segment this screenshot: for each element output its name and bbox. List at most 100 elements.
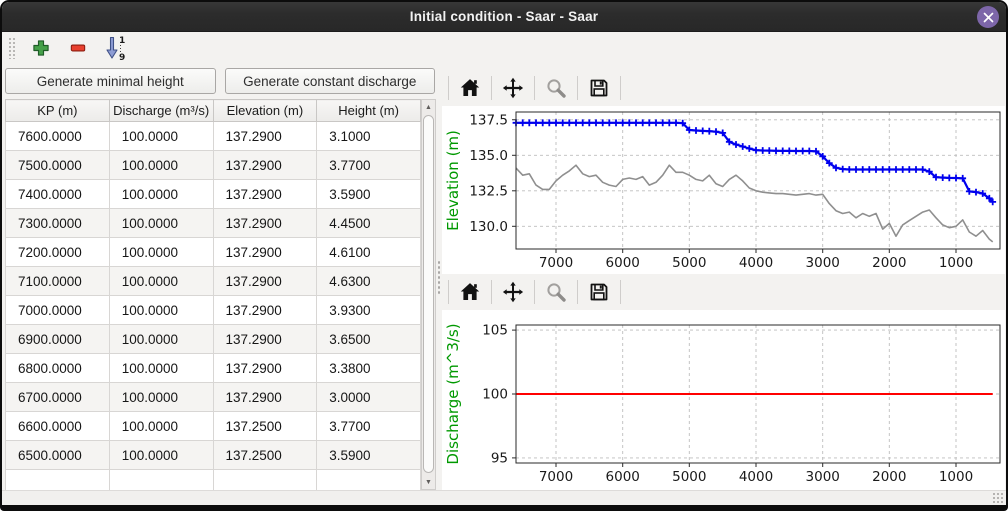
scrollbar-thumb[interactable] [423, 115, 434, 473]
add-row-button[interactable] [27, 34, 55, 62]
table-cell[interactable]: 3.5900 [317, 441, 421, 470]
home-button[interactable] [453, 73, 487, 103]
table-cell[interactable]: 137.2900 [213, 383, 317, 412]
table-cell[interactable]: 3.6500 [317, 325, 421, 354]
sort-button[interactable]: 1 9 [101, 34, 129, 62]
table-cell[interactable]: 100.0000 [109, 441, 213, 470]
discharge-chart[interactable]: 700060005000400030002000100010510095Disc… [442, 310, 1005, 490]
table-cell[interactable]: 6500.0000 [6, 441, 110, 470]
main-toolbar: 1 9 [2, 32, 1006, 64]
svg-text:7000: 7000 [539, 469, 573, 485]
table-row[interactable]: 7100.0000100.0000137.29004.6300 [6, 267, 421, 296]
table-cell[interactable]: 100.0000 [109, 267, 213, 296]
column-header[interactable]: Elevation (m) [213, 100, 317, 122]
status-bar [2, 490, 1006, 505]
table-cell[interactable]: 6600.0000 [6, 412, 110, 441]
table-cell[interactable]: 100.0000 [109, 151, 213, 180]
svg-text:130.0: 130.0 [469, 219, 508, 235]
table-cell[interactable]: 137.2900 [213, 238, 317, 267]
table-cell[interactable]: 137.2900 [213, 267, 317, 296]
generate-minimal-height-button[interactable]: Generate minimal height [5, 68, 216, 94]
zoom-icon [544, 76, 568, 100]
resize-grip-icon[interactable] [992, 492, 1004, 504]
save-button[interactable] [582, 277, 616, 307]
scrollbar-down-arrow-icon[interactable]: ▼ [422, 475, 435, 489]
table-cell[interactable]: 6800.0000 [6, 354, 110, 383]
save-icon [587, 76, 611, 100]
pan-button[interactable] [496, 277, 530, 307]
home-button[interactable] [453, 277, 487, 307]
save-button[interactable] [582, 73, 616, 103]
table-row[interactable]: 6500.0000100.0000137.25003.5900 [6, 441, 421, 470]
initial-condition-table: KP (m)Discharge (m³/s)Elevation (m)Heigh… [5, 99, 421, 490]
column-header[interactable]: Height (m) [317, 100, 421, 122]
table-cell[interactable]: 7200.0000 [6, 238, 110, 267]
splitter-handle-icon [437, 260, 441, 294]
table-cell[interactable]: 100.0000 [109, 238, 213, 267]
table-row[interactable]: 6900.0000100.0000137.29003.6500 [6, 325, 421, 354]
table-cell[interactable]: 3.0000 [317, 383, 421, 412]
table-cell[interactable]: 137.2500 [213, 441, 317, 470]
table-cell[interactable]: 137.2900 [213, 122, 317, 151]
elevation-plot-toolbar [442, 70, 1005, 106]
titlebar[interactable]: Initial condition - Saar - Saar [2, 2, 1006, 32]
table-row[interactable]: 6700.0000100.0000137.29003.0000 [6, 383, 421, 412]
elevation-chart[interactable]: 7000600050004000300020001000137.5135.013… [442, 106, 1005, 274]
table-cell[interactable]: 7500.0000 [6, 151, 110, 180]
table-cell[interactable]: 100.0000 [109, 209, 213, 238]
table-cell[interactable]: 3.9300 [317, 296, 421, 325]
table-cell[interactable]: 6900.0000 [6, 325, 110, 354]
table-cell[interactable]: 137.2500 [213, 412, 317, 441]
table-row[interactable]: 7200.0000100.0000137.29004.6100 [6, 238, 421, 267]
table-row[interactable]: 7600.0000100.0000137.29003.1000 [6, 122, 421, 151]
table-cell[interactable]: 6700.0000 [6, 383, 110, 412]
table-cell[interactable]: 3.1000 [317, 122, 421, 151]
table-row[interactable]: 7400.0000100.0000137.29003.5900 [6, 180, 421, 209]
zoom-icon [544, 280, 568, 304]
home-icon [458, 76, 482, 100]
table-cell[interactable]: 3.7700 [317, 151, 421, 180]
table-scrollbar[interactable]: ▲ ▼ [421, 99, 436, 490]
table-row[interactable]: 7000.0000100.0000137.29003.9300 [6, 296, 421, 325]
close-button[interactable] [977, 6, 999, 28]
table-row[interactable]: 7500.0000100.0000137.29003.7700 [6, 151, 421, 180]
zoom-button[interactable] [539, 277, 573, 307]
zoom-button[interactable] [539, 73, 573, 103]
table-cell[interactable]: 3.7700 [317, 412, 421, 441]
table-cell[interactable]: 100.0000 [109, 325, 213, 354]
table-row-partial [6, 470, 421, 491]
table-cell[interactable]: 7400.0000 [6, 180, 110, 209]
table-cell[interactable]: 3.3800 [317, 354, 421, 383]
table-cell[interactable]: 100.0000 [109, 383, 213, 412]
table-cell[interactable]: 3.5900 [317, 180, 421, 209]
toolbar-drag-handle[interactable] [8, 37, 16, 59]
table-cell[interactable]: 7600.0000 [6, 122, 110, 151]
table-row[interactable]: 7300.0000100.0000137.29004.4500 [6, 209, 421, 238]
table-cell[interactable]: 100.0000 [109, 180, 213, 209]
table-cell[interactable]: 4.6100 [317, 238, 421, 267]
table-cell[interactable]: 137.2900 [213, 325, 317, 354]
column-header[interactable]: Discharge (m³/s) [109, 100, 213, 122]
remove-row-button[interactable] [64, 34, 92, 62]
table-cell[interactable]: 7300.0000 [6, 209, 110, 238]
svg-text:5000: 5000 [672, 469, 706, 485]
table-cell[interactable]: 100.0000 [109, 412, 213, 441]
table-cell[interactable]: 100.0000 [109, 354, 213, 383]
table-cell[interactable]: 100.0000 [109, 296, 213, 325]
table-cell[interactable]: 4.6300 [317, 267, 421, 296]
generate-constant-discharge-button[interactable]: Generate constant discharge [225, 68, 436, 94]
scrollbar-up-arrow-icon[interactable]: ▲ [422, 100, 435, 114]
table-cell[interactable]: 7100.0000 [6, 267, 110, 296]
column-header[interactable]: KP (m) [6, 100, 110, 122]
table-cell[interactable]: 137.2900 [213, 151, 317, 180]
table-cell[interactable]: 137.2900 [213, 209, 317, 238]
pan-button[interactable] [496, 73, 530, 103]
table-cell[interactable]: 137.2900 [213, 354, 317, 383]
table-cell[interactable]: 7000.0000 [6, 296, 110, 325]
table-cell[interactable]: 137.2900 [213, 296, 317, 325]
table-row[interactable]: 6600.0000100.0000137.25003.7700 [6, 412, 421, 441]
table-cell[interactable]: 100.0000 [109, 122, 213, 151]
table-cell[interactable]: 137.2900 [213, 180, 317, 209]
table-row[interactable]: 6800.0000100.0000137.29003.3800 [6, 354, 421, 383]
table-cell[interactable]: 4.4500 [317, 209, 421, 238]
